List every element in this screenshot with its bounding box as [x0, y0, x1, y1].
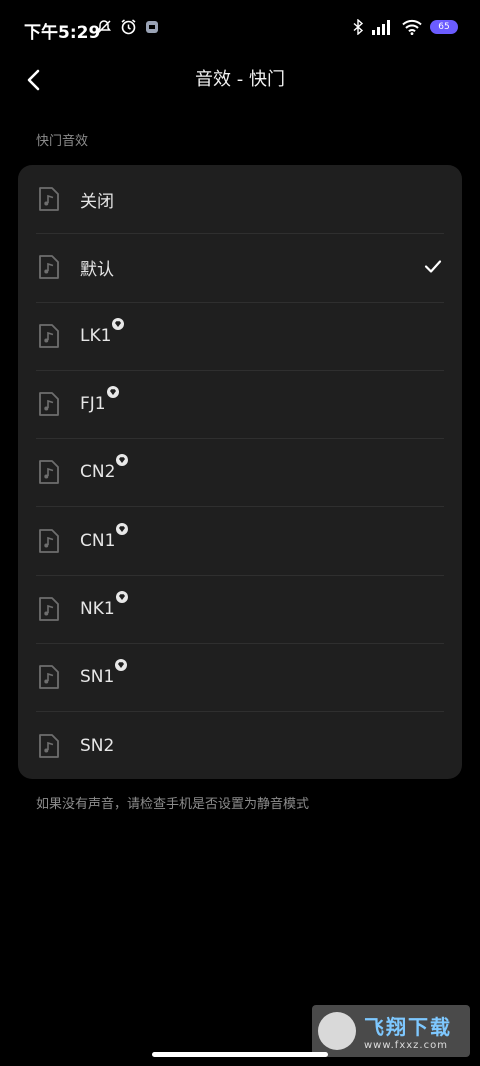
music-file-icon	[39, 187, 59, 212]
sound-option-label: LK1	[80, 317, 125, 346]
watermark-url: www.fxxz.com	[364, 1040, 448, 1051]
sound-option-label: 关闭	[80, 191, 114, 212]
wifi-icon	[402, 19, 422, 35]
premium-diamond-icon	[116, 454, 129, 467]
sound-option-row[interactable]: 关闭	[18, 165, 462, 233]
battery-icon: 65	[430, 20, 458, 34]
premium-diamond-icon	[106, 386, 119, 399]
sound-option-row[interactable]: SN1	[18, 643, 462, 711]
watermark-name: 飞翔下载	[364, 1015, 452, 1039]
sound-option-row[interactable]: SN2	[18, 711, 462, 779]
premium-diamond-icon	[115, 659, 128, 672]
status-right-icons: 65	[352, 19, 458, 35]
watermark-text: 飞翔下载 www.fxxz.com	[364, 1011, 452, 1051]
app-notification-icon	[146, 20, 158, 33]
music-file-icon	[39, 392, 59, 416]
home-indicator[interactable]	[152, 1052, 328, 1057]
sound-option-row[interactable]: LK1	[18, 301, 462, 370]
page-title: 音效 - 快门	[195, 69, 285, 90]
sound-option-label: SN1	[80, 659, 128, 687]
sound-option-label: CN1	[80, 522, 129, 551]
sound-option-label: NK1	[80, 590, 128, 619]
premium-diamond-icon	[116, 522, 129, 535]
sound-option-row[interactable]: 默认	[18, 233, 462, 301]
premium-diamond-icon	[112, 317, 125, 330]
silent-mode-hint: 如果没有声音，请检查手机是否设置为静音模式	[36, 797, 310, 812]
sound-option-label: SN2	[80, 735, 115, 756]
checkmark-icon	[424, 260, 442, 273]
sound-option-row[interactable]: CN2	[18, 438, 462, 506]
premium-diamond-icon	[115, 590, 128, 603]
status-time: 下午5:29	[24, 23, 101, 43]
shutter-sound-list: 关闭默认 LK1 FJ1 CN2 CN1 NK1 SN1 SN2	[18, 165, 462, 779]
alarm-icon	[121, 19, 136, 35]
music-file-icon	[39, 665, 59, 690]
music-file-icon	[39, 255, 59, 280]
header: 音效 - 快门	[0, 58, 480, 98]
music-file-icon	[39, 460, 59, 485]
signal-icon	[372, 20, 390, 35]
bluetooth-icon	[353, 19, 364, 35]
mute-notification-icon	[97, 19, 111, 34]
sound-option-label: FJ1	[80, 386, 119, 414]
music-file-icon	[39, 323, 59, 348]
sound-option-row[interactable]: FJ1	[18, 369, 462, 438]
section-label: 快门音效	[36, 134, 89, 149]
watermark-logo-icon	[318, 1012, 356, 1050]
sound-option-row[interactable]: NK1	[18, 574, 462, 643]
watermark: 飞翔下载 www.fxxz.com	[312, 1005, 470, 1057]
sound-option-row[interactable]: CN1	[18, 506, 462, 574]
status-bar: 下午5:29 65	[0, 0, 480, 58]
sound-option-label: CN2	[80, 454, 129, 482]
music-file-icon	[39, 733, 59, 758]
music-file-icon	[39, 597, 59, 621]
status-left-icons	[96, 18, 159, 35]
sound-option-label: 默认	[80, 259, 114, 280]
music-file-icon	[39, 528, 59, 553]
